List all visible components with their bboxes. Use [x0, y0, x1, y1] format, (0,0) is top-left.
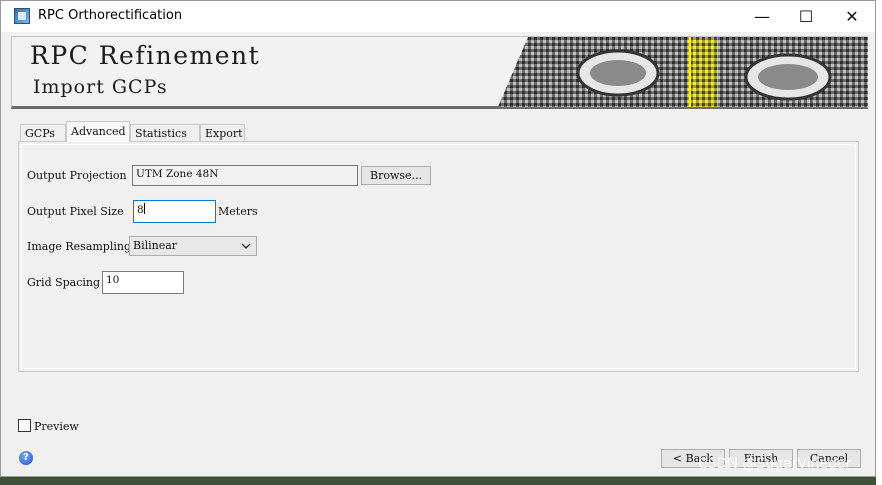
wizard-header: RPC Refinement Import GCPs — [11, 36, 868, 109]
image-resampling-label: Image Resampling — [27, 240, 132, 253]
header-title: RPC Refinement — [30, 41, 261, 70]
resampling-selected-value: Bilinear — [133, 239, 178, 252]
app-icon — [14, 8, 30, 24]
tab-gcps[interactable]: GCPs — [20, 124, 66, 142]
header-subtitle: Import GCPs — [33, 76, 168, 98]
browse-button[interactable]: Browse... — [361, 166, 431, 185]
chevron-down-icon — [241, 243, 251, 249]
maximize-button[interactable]: ☐ — [783, 1, 829, 32]
output-projection-field[interactable]: UTM Zone 48N — [132, 165, 358, 186]
output-pixel-size-label: Output Pixel Size — [27, 205, 124, 218]
tab-export[interactable]: Export — [200, 124, 245, 142]
title-bar: RPC Orthorectification — ☐ ✕ — [1, 1, 875, 32]
pixel-size-value: 8 — [137, 204, 144, 216]
grid-spacing-label: Grid Spacing — [27, 276, 101, 289]
close-button[interactable]: ✕ — [829, 1, 875, 32]
watermark-text: CSDN @SugarVinegar — [698, 456, 852, 472]
window-title: RPC Orthorectification — [38, 8, 183, 23]
banner-satellite-image — [498, 37, 868, 107]
dialog-window: RPC Orthorectification — ☐ ✕ RPC Refinem… — [0, 0, 876, 477]
help-icon[interactable]: ? — [19, 451, 33, 465]
background-strip — [876, 0, 882, 485]
output-projection-label: Output Projection — [27, 169, 127, 182]
tab-statistics[interactable]: Statistics — [130, 124, 200, 142]
pixel-size-unit: Meters — [218, 205, 258, 218]
output-pixel-size-input[interactable]: 8 — [133, 200, 216, 223]
image-resampling-select[interactable]: Bilinear — [129, 236, 257, 256]
preview-checkbox[interactable] — [18, 419, 31, 432]
grid-spacing-input[interactable]: 10 — [102, 271, 184, 294]
text-cursor — [143, 203, 145, 214]
tab-advanced[interactable]: Advanced — [66, 121, 130, 142]
minimize-button[interactable]: — — [739, 1, 785, 32]
preview-label: Preview — [34, 420, 79, 433]
